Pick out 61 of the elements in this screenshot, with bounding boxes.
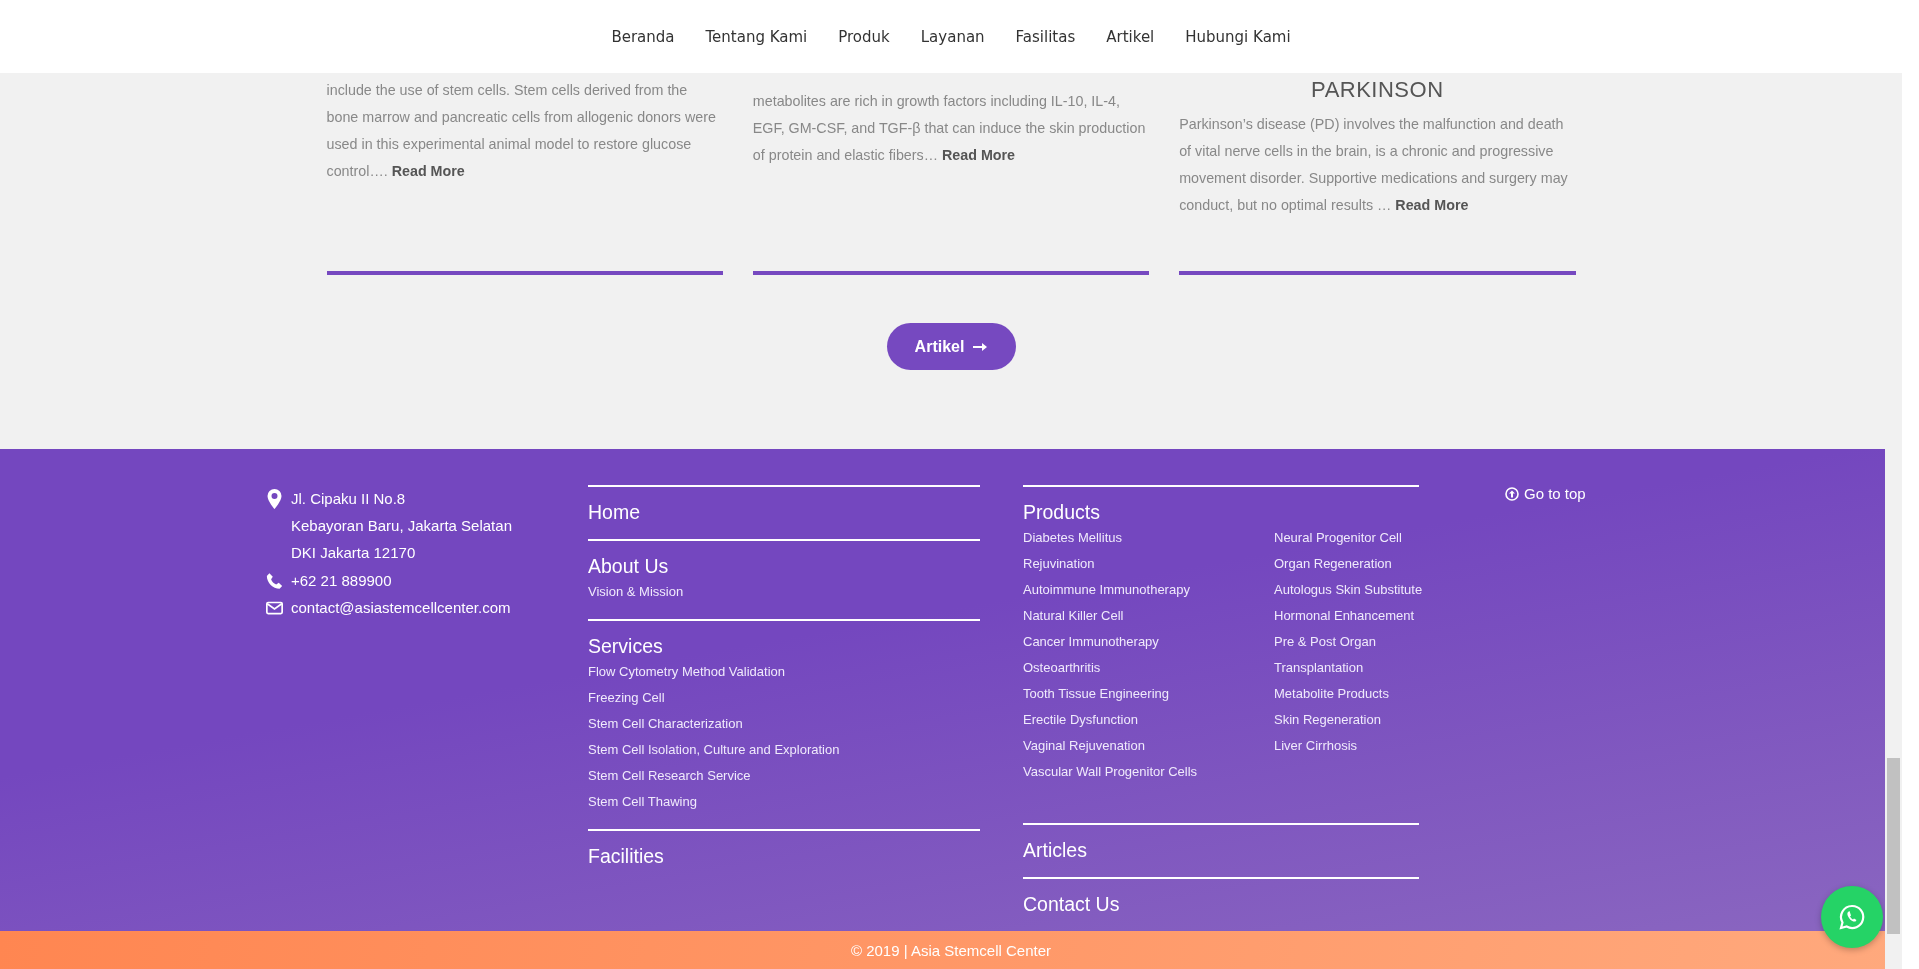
- nav-link[interactable]: Produk: [838, 27, 890, 46]
- nav-link[interactable]: Beranda: [611, 27, 675, 46]
- email-link[interactable]: contact@asiastemcellcenter.com: [291, 594, 511, 621]
- footer-link[interactable]: Natural Killer Cell: [1023, 603, 1124, 629]
- footer-link[interactable]: Freezing Cell: [588, 685, 665, 711]
- read-more-link[interactable]: Read More: [942, 147, 1016, 163]
- footer-link[interactable]: Stem Cell Characterization: [588, 711, 743, 737]
- address-line: Jl. Cipaku II No.8: [291, 489, 407, 509]
- footer-link[interactable]: Stem Cell Isolation, Culture and Exploration: [588, 737, 840, 763]
- footer-link[interactable]: Tooth Tissue Engineering: [1023, 681, 1169, 707]
- footer-link[interactable]: Organ Regeneration: [1274, 551, 1392, 577]
- footer-heading-link[interactable]: Products: [1023, 499, 1100, 525]
- footer-heading-link[interactable]: About Us: [588, 553, 669, 579]
- footer-link[interactable]: Erectile Dysfunction: [1023, 707, 1138, 733]
- footer-link[interactable]: Skin Regeneration: [1274, 707, 1381, 733]
- nav-link[interactable]: Artikel: [1106, 27, 1155, 46]
- footer-link[interactable]: Hormonal Enhancement: [1274, 603, 1415, 629]
- nav-link[interactable]: Tentang Kami: [705, 27, 808, 46]
- address-line: Kebayoran Baru, Jakarta Selatan: [291, 516, 512, 536]
- footer-link[interactable]: Autologus Skin Substitute: [1274, 577, 1423, 603]
- footer-link[interactable]: Vaginal Rejuvenation: [1023, 733, 1145, 759]
- nav-link[interactable]: Layanan: [920, 27, 985, 46]
- footer-link[interactable]: Stem Cell Research Service: [588, 763, 751, 789]
- footer-heading-link[interactable]: Contact Us: [1023, 891, 1120, 917]
- footer-link[interactable]: Flow Cytometry Method Validation: [588, 659, 785, 685]
- footer-link[interactable]: Vision & Mission: [588, 579, 684, 605]
- read-more-link[interactable]: Read More: [391, 163, 465, 179]
- footer-link[interactable]: Diabetes Mellitus: [1023, 525, 1122, 551]
- location-pin-icon: [266, 489, 283, 509]
- footer-link[interactable]: Vascular Wall Progenitor Cells: [1023, 759, 1198, 785]
- footer-heading-link[interactable]: Facilities: [588, 843, 664, 869]
- footer-link[interactable]: Cancer Immunotherapy: [1023, 629, 1159, 655]
- footer-link[interactable]: Liver Cirrhosis: [1274, 733, 1358, 759]
- footer-link[interactable]: Rejuvination: [1023, 551, 1095, 577]
- article-excerpt: include the use of stem cells. Stem cells derived from the bone marrow and pancreatic cells from allogenic donors were used in this experimental animal model to restore glucose control…. Read More: [326, 81, 717, 181]
- arrow-up-circle-icon: [1505, 486, 1519, 501]
- copyright-text: © 2019 | Asia Stemcell Center: [850, 941, 1051, 959]
- read-more-link[interactable]: Read More: [1395, 197, 1469, 213]
- article-title: PARKINSON: [1310, 77, 1445, 103]
- articles-button[interactable]: Artikel: [886, 323, 1016, 370]
- footer-link[interactable]: Osteoarthritis: [1023, 655, 1101, 681]
- footer-heading-link[interactable]: Articles: [1023, 837, 1087, 863]
- footer-link[interactable]: Stem Cell Thawing: [588, 789, 697, 815]
- phone-number: +62 21 889900: [291, 571, 392, 591]
- nav-link[interactable]: Hubungi Kami: [1185, 27, 1291, 46]
- footer-heading-link[interactable]: Services: [588, 633, 663, 659]
- nav-link[interactable]: Fasilitas: [1015, 27, 1076, 46]
- footer-heading-link[interactable]: Home: [588, 499, 641, 525]
- go-to-top-link[interactable]: Go to top: [1505, 485, 1586, 502]
- footer-link[interactable]: Transplantation: [1274, 655, 1364, 681]
- address-line: DKI Jakarta 12170: [291, 543, 417, 563]
- footer-link[interactable]: Metabolite Products: [1274, 681, 1389, 707]
- chat-bubble-phone-icon: [1838, 903, 1866, 931]
- article-excerpt: metabolites are rich in growth factors including IL-10, IL-4, EGF, GM-CSF, and TGF-β that can induce the skin production of protein and elastic fibers… Read More: [752, 92, 1147, 165]
- arrow-right-icon: [973, 341, 988, 352]
- article-excerpt: Parkinson’s disease (PD) involves the malfunction and death of vital nerve cells in the brain, is a chronic and progressive movement disorder. Supportive medications and surgery may conduct, but no optimal results … Read More: [1179, 115, 1569, 215]
- footer-link[interactable]: Autoimmune Immunotherapy: [1023, 577, 1190, 603]
- footer-link[interactable]: Neural Progenitor Cell: [1274, 525, 1402, 551]
- footer-link[interactable]: Pre & Post Organ: [1274, 629, 1376, 655]
- scrollbar-thumb[interactable]: [1887, 758, 1900, 934]
- phone-icon: [266, 571, 283, 591]
